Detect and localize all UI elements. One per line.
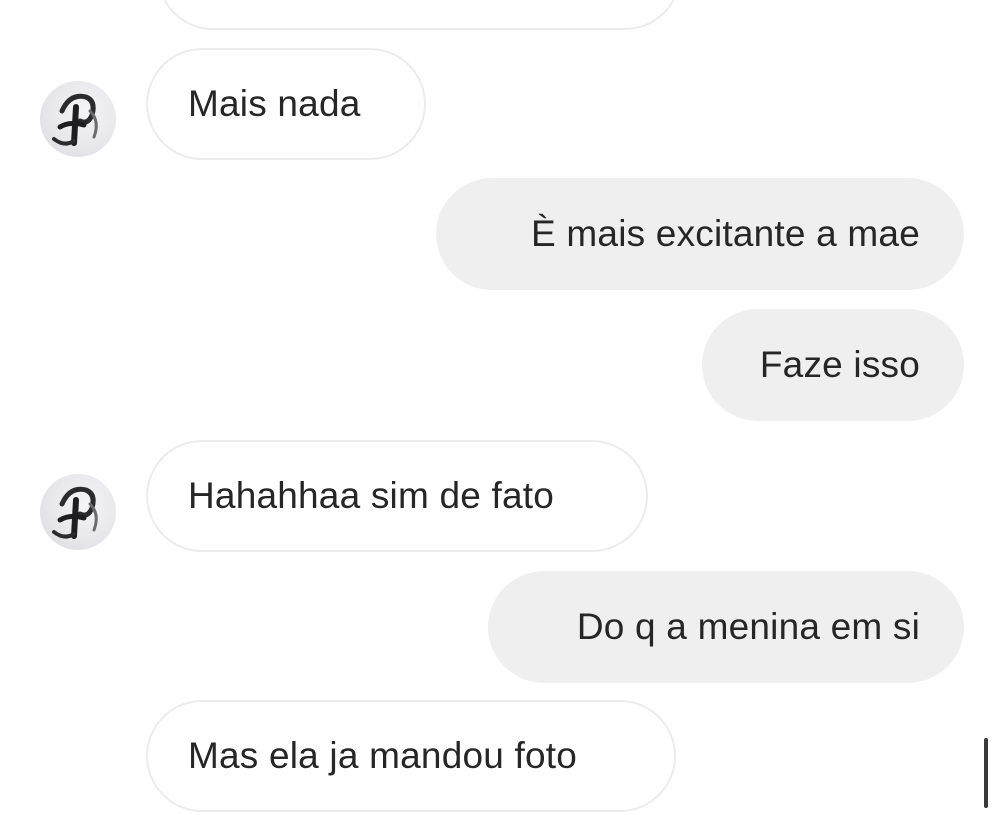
- message-thread[interactable]: Mais nada È mais excitante a mae Faze is…: [0, 0, 1002, 815]
- message-bubble-outgoing[interactable]: È mais excitante a mae: [436, 178, 964, 290]
- message-text: Do q a menina em si: [576, 606, 920, 647]
- message-text: Hahahhaa sim de fato: [188, 475, 555, 516]
- message-bubble-incoming[interactable]: Hahahhaa sim de fato: [146, 440, 648, 552]
- message-bubble-outgoing[interactable]: Faze isso: [702, 309, 964, 421]
- message-bubble-incoming[interactable]: Mais nada: [146, 48, 426, 160]
- scrollbar[interactable]: [984, 738, 988, 808]
- message-bubble-outgoing[interactable]: Do q a menina em si: [488, 571, 964, 683]
- profile-avatar-icon[interactable]: [40, 81, 116, 157]
- message-bubble-incoming[interactable]: [157, 0, 681, 30]
- message-text: Mas ela ja mandou foto: [188, 735, 578, 776]
- message-text: È mais excitante a mae: [531, 213, 920, 254]
- message-text: Faze isso: [759, 344, 920, 385]
- message-text: Mais nada: [188, 83, 361, 124]
- message-bubble-incoming[interactable]: Mas ela ja mandou foto: [146, 700, 676, 812]
- profile-avatar-icon[interactable]: [40, 474, 116, 550]
